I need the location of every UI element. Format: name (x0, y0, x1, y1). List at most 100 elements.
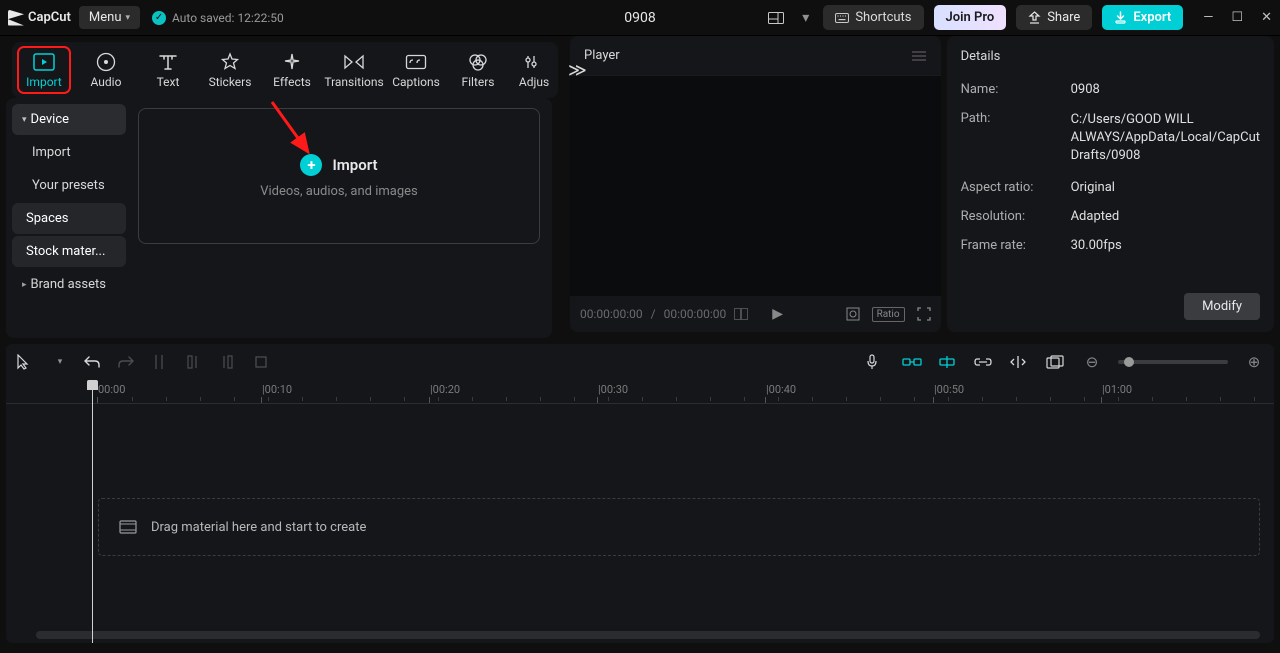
zoom-slider[interactable] (1118, 360, 1228, 364)
shortcuts-button[interactable]: Shortcuts (823, 5, 923, 30)
sidebar-item-spaces[interactable]: Spaces (12, 203, 126, 234)
sidebar-item-brand[interactable]: ▸Brand assets (12, 269, 126, 300)
check-icon: ✓ (152, 11, 166, 25)
media-main: + Import Videos, audios, and images (132, 98, 552, 338)
details-fps-val: 30.00fps (1071, 238, 1260, 253)
playhead[interactable] (92, 380, 93, 643)
sidebar-item-presets[interactable]: Your presets (12, 170, 126, 201)
details-title: Details (961, 49, 1001, 64)
preview-axis-icon[interactable] (1010, 355, 1030, 369)
time-total: 00:00:00:00 (664, 307, 727, 321)
import-icon (33, 51, 55, 73)
pointer-tool-icon[interactable] (16, 354, 36, 370)
tab-filters[interactable]: Filters (456, 51, 500, 89)
timeline-ruler[interactable]: 00:00 |00:10 |00:20 |00:30 |00:40 |00:50… (6, 380, 1274, 404)
sidebar-item-import[interactable]: Import (12, 137, 126, 168)
import-dropzone[interactable]: + Import Videos, audios, and images (138, 108, 540, 244)
auto-snap-icon[interactable] (938, 355, 958, 369)
timeline-toolbar: ▾ ⊖ ⊕ (6, 344, 1274, 380)
cover-icon[interactable] (1046, 355, 1066, 369)
mic-icon[interactable] (866, 354, 886, 370)
comparison-icon[interactable] (734, 308, 748, 320)
plus-icon: + (300, 154, 322, 176)
details-path-val: C:/Users/GOOD WILL ALWAYS/AppData/Local/… (1071, 111, 1260, 166)
tab-import[interactable]: Import (22, 51, 66, 89)
main-track-magnet-icon[interactable] (902, 356, 922, 368)
menu-button[interactable]: Menu▾ (79, 6, 140, 29)
layout-dropdown-icon[interactable]: ▾ (798, 6, 813, 30)
project-title: 0908 (624, 10, 655, 26)
close-button[interactable]: ✕ (1261, 10, 1272, 25)
chevron-down-icon: ▾ (22, 115, 27, 125)
tab-text[interactable]: Text (146, 51, 190, 89)
app-name: CapCut (28, 10, 71, 25)
details-panel: Details Name:0908 Path:C:/Users/GOOD WIL… (947, 36, 1274, 332)
crop-icon[interactable] (254, 355, 274, 369)
details-aspect-val: Original (1071, 180, 1260, 195)
import-subtext: Videos, audios, and images (260, 184, 418, 199)
tab-transitions[interactable]: Transitions (332, 51, 376, 89)
autosave-status: ✓ Auto saved: 12:22:50 (152, 11, 284, 25)
app-logo: CapCut (8, 10, 71, 26)
tick: 00:00 (98, 383, 125, 396)
tab-captions[interactable]: Captions (394, 51, 438, 89)
capcut-logo-icon (8, 10, 24, 26)
tab-adjust[interactable]: Adjus (518, 51, 550, 89)
time-current: 00:00:00:00 (580, 307, 643, 321)
ratio-button[interactable]: Ratio (872, 307, 905, 322)
title-bar: CapCut Menu▾ ✓ Auto saved: 12:22:50 0908… (0, 0, 1280, 36)
stickers-icon (220, 51, 240, 73)
tab-audio[interactable]: Audio (84, 51, 128, 89)
titlebar-right: ▾ Shortcuts Join Pro Share Export — ☐ ✕ (764, 5, 1272, 30)
tick: |00:20 (430, 383, 460, 396)
zoom-out-icon[interactable]: ⊖ (1082, 353, 1102, 371)
player-controls: 00:00:00:00 / 00:00:00:00 ▶ Ratio (570, 296, 941, 332)
chevron-right-icon: ▸ (22, 280, 27, 290)
sidebar-item-stock[interactable]: Stock mater... (12, 236, 126, 267)
captions-icon (405, 51, 427, 73)
undo-icon[interactable] (84, 355, 104, 369)
scale-icon[interactable] (846, 307, 860, 321)
timeline-dropzone[interactable]: Drag material here and start to create (98, 498, 1260, 556)
share-button[interactable]: Share (1016, 5, 1092, 30)
export-button[interactable]: Export (1102, 5, 1183, 30)
tab-effects[interactable]: Effects (270, 51, 314, 89)
timeline-scrollbar[interactable] (36, 631, 1260, 639)
transitions-icon (343, 51, 365, 73)
tool-dropdown-icon[interactable]: ▾ (50, 357, 70, 367)
modify-button[interactable]: Modify (1184, 293, 1260, 320)
player-title: Player (584, 48, 620, 63)
redo-icon[interactable] (118, 355, 138, 369)
import-label: Import (332, 156, 377, 174)
filters-icon (468, 51, 488, 73)
split-icon[interactable] (152, 354, 172, 370)
minimize-button[interactable]: — (1203, 10, 1213, 25)
details-aspect-key: Aspect ratio: (961, 180, 1071, 195)
player-menu-icon[interactable] (911, 50, 927, 62)
maximize-button[interactable]: ☐ (1231, 10, 1243, 25)
layout-icon[interactable] (764, 8, 788, 28)
details-res-val: Adapted (1071, 209, 1260, 224)
media-icon (119, 520, 137, 534)
tick: |00:50 (934, 383, 964, 396)
zoom-in-icon[interactable]: ⊕ (1244, 353, 1264, 371)
player-viewport[interactable] (570, 76, 941, 296)
adjust-icon (525, 51, 543, 73)
delete-right-icon[interactable] (220, 354, 240, 370)
text-icon (158, 51, 178, 73)
play-button[interactable]: ▶ (772, 306, 783, 322)
fullscreen-icon[interactable] (917, 307, 931, 321)
effects-icon (282, 51, 302, 73)
tab-stickers[interactable]: Stickers (208, 51, 252, 89)
timeline[interactable]: 00:00 |00:10 |00:20 |00:30 |00:40 |00:50… (6, 380, 1274, 643)
sidebar-item-device[interactable]: ▾Device (12, 104, 126, 135)
join-pro-button[interactable]: Join Pro (934, 5, 1007, 30)
linkage-icon[interactable] (974, 357, 994, 367)
tick: |00:40 (766, 383, 796, 396)
details-name-val: 0908 (1071, 82, 1260, 97)
media-sidebar: ▾Device Import Your presets Spaces Stock… (6, 98, 132, 338)
tick: |01:00 (1102, 383, 1132, 396)
details-name-key: Name: (961, 82, 1071, 97)
delete-left-icon[interactable] (186, 354, 206, 370)
details-path-key: Path: (961, 111, 1071, 166)
